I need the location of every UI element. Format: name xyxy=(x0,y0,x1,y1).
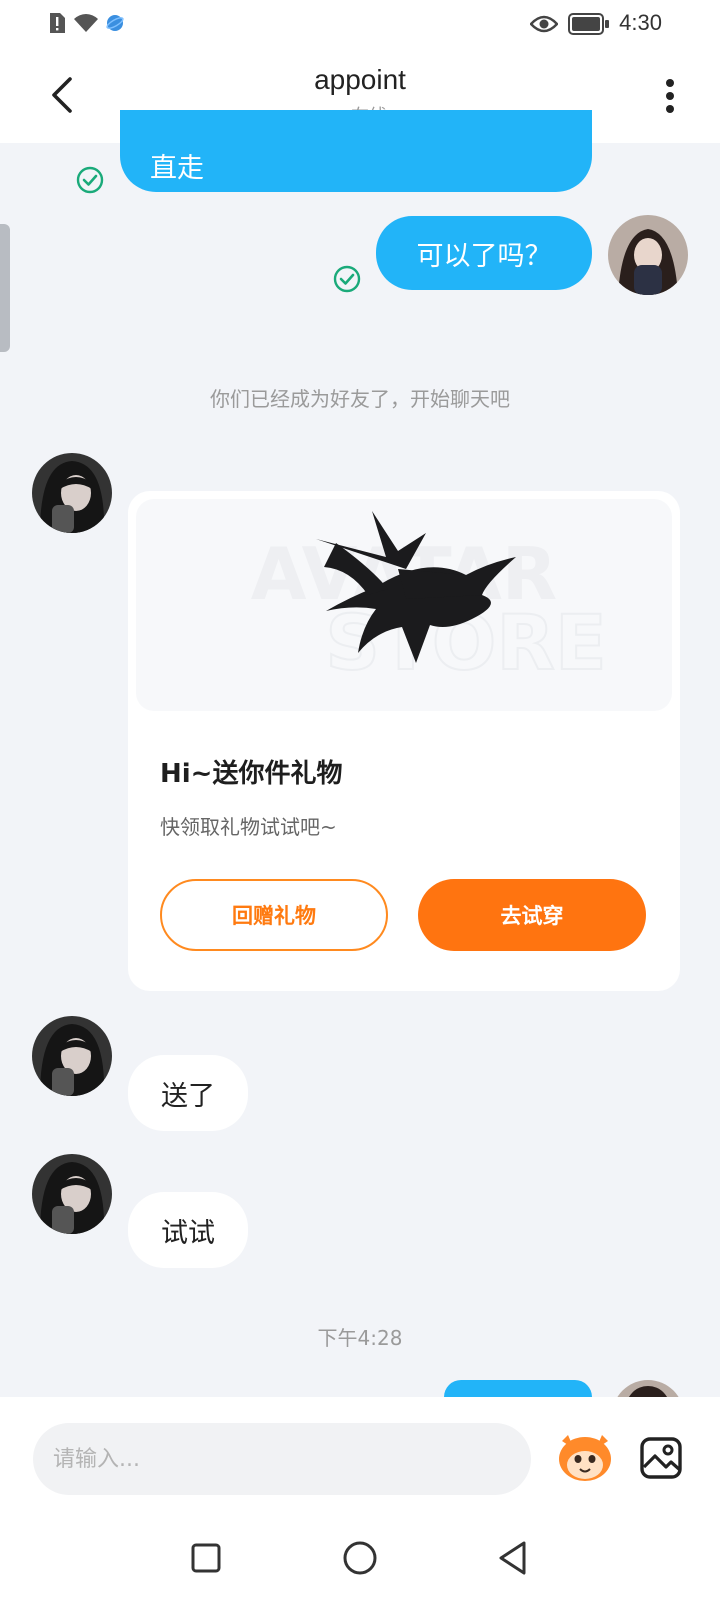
gift-card-title: Hi~送你件礼物 xyxy=(160,759,343,789)
more-options-icon[interactable] xyxy=(664,78,676,114)
gift-image: AVATAR STORE xyxy=(136,499,672,711)
battery-icon xyxy=(568,13,609,35)
sent-message-bubble[interactable]: 可以了吗？ xyxy=(376,216,592,290)
emoji-mascot-icon[interactable] xyxy=(554,1431,616,1483)
read-check-icon xyxy=(333,265,361,293)
gift-card[interactable]: AVATAR STORE Hi~送你件礼物 快领取礼物试试吧~ 回赠礼物 去试穿 xyxy=(128,491,680,991)
return-gift-button[interactable]: 回赠礼物 xyxy=(160,879,388,951)
eye-icon xyxy=(530,15,558,33)
sent-message-text: 直走 xyxy=(150,152,204,184)
browser-icon xyxy=(106,15,124,31)
friend-avatar[interactable] xyxy=(32,1016,112,1096)
sent-message-text: 可以了吗？ xyxy=(416,240,552,272)
received-message-bubble[interactable]: 送了 xyxy=(128,1055,248,1131)
status-time: 4:30 xyxy=(619,10,662,35)
recent-apps-icon[interactable] xyxy=(190,1542,222,1574)
message-timestamp: 下午4:28 xyxy=(317,1326,403,1350)
input-bar xyxy=(0,1397,720,1510)
back-nav-icon[interactable] xyxy=(496,1540,530,1576)
friend-avatar[interactable] xyxy=(32,453,112,533)
status-bar: 4:30 xyxy=(0,0,720,46)
received-message-text: 试试 xyxy=(161,1217,215,1249)
home-icon[interactable] xyxy=(342,1540,378,1576)
friend-avatar[interactable] xyxy=(32,1154,112,1234)
chat-title: appoint xyxy=(314,64,406,95)
received-message-text: 送了 xyxy=(161,1080,215,1112)
received-message-bubble[interactable]: 试试 xyxy=(128,1192,248,1268)
my-avatar[interactable] xyxy=(608,215,688,295)
sim-alert-icon xyxy=(50,13,65,33)
read-check-icon xyxy=(76,166,104,194)
my-avatar-partial[interactable] xyxy=(612,1380,684,1397)
try-on-button[interactable]: 去试穿 xyxy=(418,879,646,951)
image-picker-icon[interactable] xyxy=(640,1437,682,1479)
sent-message-bubble[interactable]: 直走 xyxy=(120,110,592,192)
gift-card-subtitle: 快领取礼物试试吧~ xyxy=(160,815,337,839)
sent-message-bubble-partial[interactable] xyxy=(444,1380,592,1397)
message-input[interactable] xyxy=(33,1423,531,1495)
side-scroll-handle[interactable] xyxy=(0,224,10,352)
system-notice: 你们已经成为好友了，开始聊天吧 xyxy=(210,387,510,411)
wifi-icon xyxy=(74,14,98,32)
system-nav-bar xyxy=(0,1510,720,1600)
